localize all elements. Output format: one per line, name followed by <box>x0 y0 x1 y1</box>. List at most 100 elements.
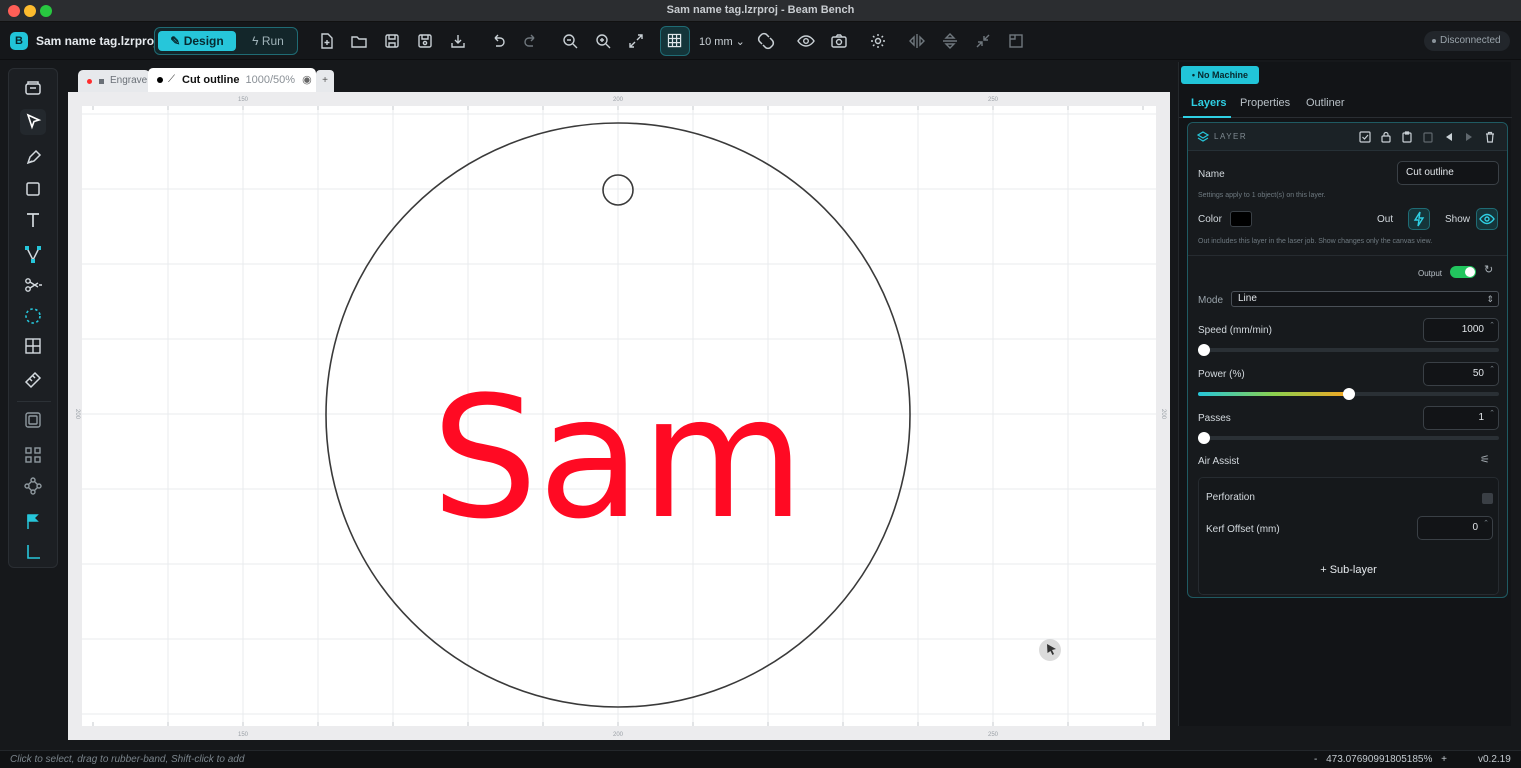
kerf-offset-input[interactable]: 0 <box>1417 513 1493 540</box>
redo-icon[interactable] <box>520 30 542 52</box>
lock-icon[interactable] <box>1379 130 1393 144</box>
snap-magnet-icon[interactable] <box>755 30 777 52</box>
move-down-icon[interactable] <box>1462 130 1476 144</box>
layer-card-header: LAYER <box>1188 123 1507 151</box>
ruler-label-top-150: 150 <box>238 97 249 103</box>
passes-label: Passes <box>1198 413 1231 424</box>
design-mode-button[interactable]: ✎ Design <box>158 31 236 51</box>
power-input[interactable]: 50 <box>1423 359 1499 386</box>
scissors-icon[interactable] <box>20 272 46 298</box>
show-label: Show <box>1445 214 1471 225</box>
layer-name-input[interactable]: Cut outline <box>1397 161 1499 185</box>
delete-layer-icon[interactable] <box>1483 130 1497 144</box>
tab-engrave[interactable]: Engrave <box>78 70 150 92</box>
rectangle-icon[interactable] <box>20 176 46 202</box>
grid-toggle-button[interactable] <box>660 26 690 56</box>
window-titlebar: Sam name tag.lzrproj - Beam Bench <box>0 0 1521 22</box>
passes-input[interactable]: 1 <box>1423 403 1499 430</box>
engrave-text-sam[interactable]: Sam <box>431 360 804 556</box>
add-sublayer-button[interactable]: + Sub-layer <box>1199 564 1498 576</box>
speed-slider[interactable] <box>1198 344 1499 356</box>
visibility-eye-icon[interactable]: ◉ <box>298 74 312 86</box>
open-folder-icon[interactable] <box>348 30 370 52</box>
save-as-icon[interactable] <box>414 30 436 52</box>
grid-array-icon[interactable] <box>20 333 46 359</box>
engrave-color-dot <box>87 79 92 84</box>
zoom-in-icon[interactable] <box>592 30 614 52</box>
reset-icon[interactable]: ↻ <box>1484 263 1493 276</box>
new-file-icon[interactable] <box>315 30 337 52</box>
add-layer-tab-button[interactable]: + <box>316 70 334 92</box>
tab-layers[interactable]: Layers <box>1191 97 1226 109</box>
status-hint: Click to select, drag to rubber-band, Sh… <box>10 754 245 765</box>
run-mode-button[interactable]: ϟ Run <box>241 31 295 51</box>
layer-color-swatch[interactable] <box>1230 211 1252 227</box>
passes-slider-thumb[interactable] <box>1198 432 1210 444</box>
group-icon[interactable] <box>20 442 46 468</box>
power-label: Power (%) <box>1198 369 1245 380</box>
zoom-level: 473.076909918051​85% <box>1326 754 1433 765</box>
corner-icon[interactable] <box>20 539 46 565</box>
power-slider-thumb[interactable] <box>1343 388 1355 400</box>
out-hint: Out includes this layer in the laser job… <box>1198 238 1433 245</box>
copy-settings-icon[interactable] <box>1421 130 1435 144</box>
mouse-cursor <box>1039 639 1061 661</box>
tab-properties[interactable]: Properties <box>1240 97 1290 109</box>
preview-eye-icon[interactable] <box>795 30 817 52</box>
speed-slider-thumb[interactable] <box>1198 344 1210 356</box>
flip-vertical-icon[interactable] <box>939 30 961 52</box>
camera-icon[interactable] <box>828 30 850 52</box>
select-cursor-icon[interactable] <box>20 109 46 135</box>
move-up-icon[interactable] <box>1442 130 1456 144</box>
design-canvas[interactable]: 150 200 250 150 200 250 200 200 Sam <box>68 92 1170 740</box>
out-toggle-button[interactable] <box>1408 208 1430 230</box>
pen-icon[interactable] <box>20 145 46 171</box>
grid-size-select[interactable]: 10 mm ⌄ <box>699 35 745 48</box>
flip-horizontal-icon[interactable] <box>906 30 928 52</box>
output-toggle[interactable] <box>1450 266 1476 278</box>
origin-flag-icon[interactable] <box>20 509 46 535</box>
shrink-icon[interactable] <box>972 30 994 52</box>
save-icon[interactable] <box>381 30 403 52</box>
node-edit-icon[interactable] <box>20 241 46 267</box>
cut-color-dot <box>157 77 163 83</box>
zoom-out-icon[interactable] <box>559 30 581 52</box>
tab-outliner[interactable]: Outliner <box>1306 97 1345 109</box>
text-icon[interactable] <box>20 207 46 233</box>
connection-status-badge: Disconnected <box>1424 31 1510 51</box>
ruler-label-left: 200 <box>74 409 80 420</box>
air-assist-settings-icon[interactable]: ⚟ <box>1480 453 1490 466</box>
ruler-label-bottom-250: 250 <box>988 732 999 738</box>
speed-label: Speed (mm/min) <box>1198 325 1272 336</box>
layer-stack-icon[interactable] <box>20 407 46 433</box>
frame-icon[interactable] <box>1005 30 1027 52</box>
zoom-out-button[interactable]: - <box>1314 754 1317 765</box>
ruler-label-top-250: 250 <box>988 97 999 103</box>
import-icon[interactable] <box>447 30 469 52</box>
advanced-settings-box: Perforation Kerf Offset (mm) 0 + Sub-lay… <box>1198 477 1499 595</box>
settings-gear-icon[interactable] <box>867 30 889 52</box>
passes-slider[interactable] <box>1198 432 1499 444</box>
show-toggle-button[interactable] <box>1476 208 1498 230</box>
paste-settings-icon[interactable] <box>1400 130 1414 144</box>
machine-status-badge[interactable]: • No Machine <box>1181 66 1259 84</box>
undo-icon[interactable] <box>487 30 509 52</box>
zoom-controls: - 473.076909918051​85% + <box>1314 754 1447 765</box>
speed-input[interactable]: 1000 <box>1423 315 1499 342</box>
ruler-icon[interactable] <box>20 367 46 393</box>
path-link-icon[interactable] <box>20 473 46 499</box>
name-label: Name <box>1198 169 1225 180</box>
tool-divider <box>17 401 51 402</box>
fit-screen-icon[interactable] <box>625 30 647 52</box>
library-icon[interactable] <box>20 75 46 101</box>
window-title: Sam name tag.lzrproj - Beam Bench <box>666 4 855 16</box>
offset-circle-icon[interactable] <box>20 303 46 329</box>
mode-select[interactable]: Line <box>1231 291 1499 307</box>
layer-tabs: Engrave ⟋ Cut outline 1000/50% ◉ + <box>78 68 338 92</box>
app-version: v0.2.19 <box>1478 754 1511 765</box>
power-slider[interactable] <box>1198 388 1499 400</box>
perforation-checkbox[interactable] <box>1482 493 1493 504</box>
zoom-in-button[interactable]: + <box>1441 754 1447 765</box>
select-all-icon[interactable] <box>1358 130 1372 144</box>
tab-cut-outline[interactable]: ⟋ Cut outline 1000/50% ◉ <box>148 68 316 92</box>
